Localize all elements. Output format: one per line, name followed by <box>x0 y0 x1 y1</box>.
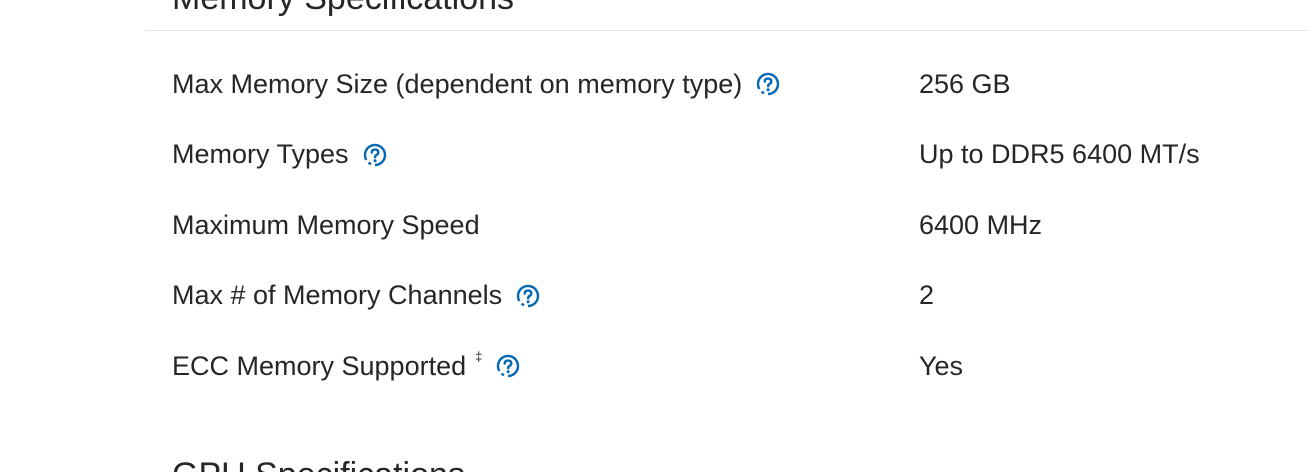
help-icon[interactable] <box>363 143 387 167</box>
section-divider <box>145 30 1308 31</box>
spec-label: Memory Types <box>172 139 349 169</box>
spec-value: 2 <box>919 280 935 310</box>
spec-row-max-memory-size: Max Memory Size (dependent on memory typ… <box>0 49 1308 120</box>
spec-value: Up to DDR5 6400 MT/s <box>919 139 1200 169</box>
spec-row-max-memory-speed: Maximum Memory Speed 6400 MHz <box>0 190 1308 261</box>
spec-label-cell: Memory Types <box>172 120 387 190</box>
spec-label: Max Memory Size (dependent on memory typ… <box>172 68 743 99</box>
spec-row-ecc-memory: ECC Memory Supported ‡ Yes <box>0 331 1308 402</box>
spec-label-cell: ECC Memory Supported ‡ <box>172 331 520 401</box>
section-title-gpu: GPU Specifications <box>172 455 465 472</box>
spec-page: Memory Specifications Max Memory Size (d… <box>0 0 1308 472</box>
memory-spec-list: Max Memory Size (dependent on memory typ… <box>0 49 1308 402</box>
spec-label-cell: Maximum Memory Speed <box>172 190 480 260</box>
help-icon[interactable] <box>516 284 540 308</box>
spec-label: Maximum Memory Speed <box>172 209 480 240</box>
spec-value: 256 GB <box>919 68 1011 99</box>
spec-row-max-memory-channels: Max # of Memory Channels 2 <box>0 261 1308 332</box>
spec-value: 6400 MHz <box>919 209 1043 240</box>
spec-value: Yes <box>919 350 964 381</box>
spec-label-cell: Max Memory Size (dependent on memory typ… <box>172 49 780 119</box>
section-title-memory: Memory Specifications <box>172 0 514 18</box>
spec-label: Max # of Memory Channels <box>172 280 503 310</box>
spec-label-cell: Max # of Memory Channels <box>172 261 540 331</box>
spec-label: ECC Memory Supported <box>172 350 467 381</box>
help-icon[interactable] <box>496 354 520 378</box>
help-icon[interactable] <box>756 72 780 96</box>
spec-row-memory-types: Memory Types Up to DDR5 6400 MT/s <box>0 120 1308 191</box>
footnote-marker[interactable]: ‡ <box>475 349 482 364</box>
